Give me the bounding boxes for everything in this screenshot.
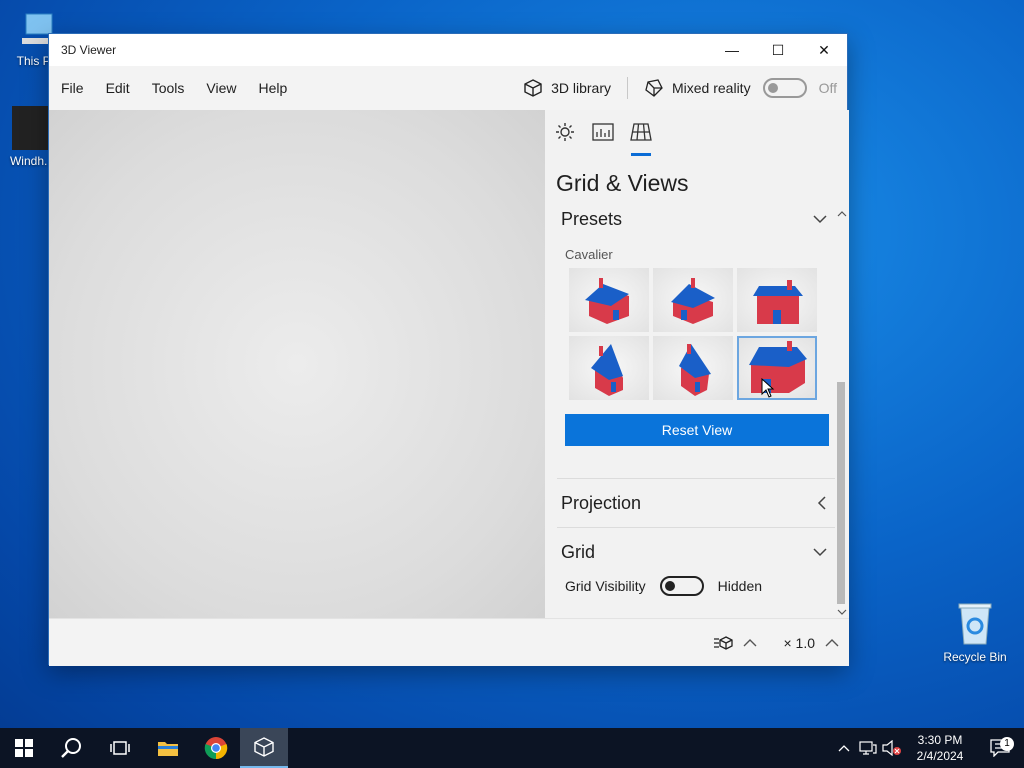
grid-icon	[630, 123, 652, 141]
menu-view[interactable]: View	[206, 80, 248, 96]
preset-view-4[interactable]	[569, 336, 649, 400]
search-button[interactable]	[48, 728, 96, 768]
taskbar: 3:30 PM 2/4/2024 1	[0, 728, 1024, 768]
desktop-icon-label: Recycle Bin	[943, 650, 1007, 664]
windows-logo-icon	[15, 739, 33, 757]
status-bar: × 1.0	[49, 618, 849, 666]
house-icon	[753, 280, 803, 324]
folder-icon	[158, 742, 178, 756]
network-button[interactable]	[856, 741, 880, 755]
system-tray: 3:30 PM 2/4/2024 1	[832, 728, 1024, 768]
3d-viewer-taskbar-button[interactable]	[240, 728, 288, 768]
preset-view-5[interactable]	[653, 336, 733, 400]
clock-date: 2/4/2024	[916, 749, 964, 763]
preset-view-3[interactable]	[737, 268, 817, 332]
chevron-down-icon	[813, 548, 827, 557]
menu-tools[interactable]: Tools	[152, 80, 197, 96]
maximize-button[interactable]: ☐	[755, 34, 801, 66]
task-view-button[interactable]	[96, 728, 144, 768]
cube-icon	[524, 79, 542, 97]
windhawk-icon	[12, 106, 52, 150]
3d-library-button[interactable]: 3D library	[523, 78, 611, 98]
side-panel: Grid & Views Presets Cavalier Reset View…	[545, 110, 849, 618]
file-explorer-button[interactable]	[144, 728, 192, 768]
grid-visibility-state: Hidden	[717, 578, 763, 594]
mixed-reality-icon	[645, 79, 663, 97]
3d-viewport[interactable]	[49, 110, 545, 618]
projection-label: Projection	[561, 492, 642, 513]
scroll-down-icon	[837, 609, 847, 615]
search-icon	[61, 738, 81, 758]
stats-icon	[592, 123, 614, 141]
mixed-reality-button[interactable]: Mixed reality	[644, 78, 751, 98]
panel-title: Grid & Views	[556, 170, 689, 196]
3d-viewer-window: 3D Viewer — ☐ ✕ File Edit Tools View Hel…	[48, 33, 849, 666]
model-list-icon[interactable]	[713, 635, 734, 651]
network-icon	[859, 741, 877, 755]
preset-view-1[interactable]	[569, 268, 649, 332]
mixed-reality-state: Off	[818, 80, 837, 96]
tab-grid-views[interactable]	[629, 122, 653, 156]
projection-header[interactable]: Projection	[545, 479, 849, 527]
sun-icon	[556, 123, 574, 141]
volume-muted-icon	[882, 740, 901, 756]
menu-help[interactable]: Help	[258, 80, 299, 96]
grid-visibility-toggle[interactable]	[659, 576, 704, 596]
chrome-button[interactable]	[192, 728, 240, 768]
clock[interactable]: 3:30 PM 2/4/2024	[904, 732, 976, 764]
start-button[interactable]	[0, 728, 48, 768]
grid-label: Grid	[561, 541, 596, 562]
tab-stats[interactable]	[591, 122, 615, 156]
scroll-up-icon	[837, 211, 847, 217]
3d-library-label: 3D library	[551, 80, 611, 96]
house-icon	[591, 344, 623, 396]
house-icon	[671, 278, 715, 324]
panel-tabs	[545, 110, 849, 158]
chevron-up-icon	[838, 745, 850, 752]
mouse-cursor-icon	[761, 378, 775, 398]
reset-view-button[interactable]: Reset View	[565, 414, 829, 446]
close-button[interactable]: ✕	[801, 34, 847, 66]
volume-button[interactable]	[880, 740, 904, 756]
preset-grid	[569, 268, 849, 400]
chevron-up-icon[interactable]	[743, 638, 757, 648]
recycle-bin-icon	[955, 600, 995, 646]
tab-lighting[interactable]	[553, 122, 577, 156]
notification-count-badge: 1	[1000, 737, 1014, 751]
grid-header[interactable]: Grid	[545, 528, 849, 576]
zoom-level: × 1.0	[783, 634, 815, 651]
preset-view-6[interactable]	[737, 336, 817, 400]
house-icon	[585, 278, 629, 324]
house-icon	[679, 344, 711, 396]
grid-visibility-row: Grid Visibility Hidden	[545, 576, 849, 596]
minimize-button[interactable]: —	[709, 34, 755, 66]
preset-group-label: Cavalier	[565, 247, 613, 262]
mixed-reality-toggle[interactable]	[762, 78, 807, 98]
presets-label: Presets	[561, 208, 623, 229]
chrome-icon	[204, 737, 228, 760]
chevron-up-icon[interactable]	[825, 638, 839, 648]
title-bar[interactable]: 3D Viewer — ☐ ✕	[49, 34, 847, 66]
menu-edit[interactable]: Edit	[106, 80, 142, 96]
scrollbar-thumb[interactable]	[837, 382, 845, 604]
mixed-reality-label: Mixed reality	[671, 80, 751, 96]
grid-visibility-label: Grid Visibility	[565, 578, 646, 594]
chevron-left-icon	[817, 496, 826, 510]
menu-file[interactable]: File	[61, 80, 96, 96]
clock-time: 3:30 PM	[917, 733, 963, 747]
task-view-icon	[110, 741, 130, 755]
menu-bar: File Edit Tools View Help 3D library Mix…	[49, 66, 847, 110]
panel-scrollbar[interactable]	[837, 210, 847, 616]
show-hidden-icons-button[interactable]	[832, 744, 856, 752]
action-center-button[interactable]: 1	[976, 737, 1024, 757]
preset-view-2[interactable]	[653, 268, 733, 332]
desktop-icon-recycle-bin[interactable]: Recycle Bin	[937, 600, 1013, 664]
menu-separator	[626, 77, 628, 99]
chevron-down-icon	[813, 215, 827, 224]
presets-header[interactable]: Presets	[545, 201, 849, 237]
window-title: 3D Viewer	[61, 43, 117, 57]
cube-icon	[254, 737, 274, 757]
house-icon	[749, 341, 807, 393]
